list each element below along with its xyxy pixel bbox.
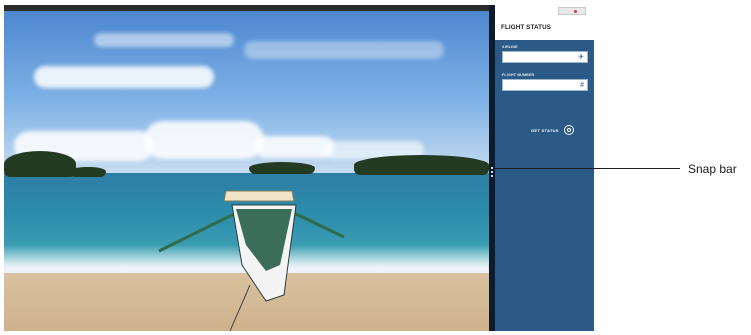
plane-icon: ✈: [578, 54, 584, 61]
airline-field[interactable]: ✈: [502, 51, 588, 63]
panel-header: FLIGHT STATUS: [495, 5, 594, 40]
airline-label: AIRLINE: [502, 45, 518, 49]
snap-divider-grip[interactable]: [490, 165, 494, 177]
hash-icon: #: [580, 82, 584, 89]
flight-number-label: FLIGHT NUMBER: [502, 73, 535, 77]
page-title: FLIGHT STATUS: [501, 24, 552, 31]
snap-bar-callout: Snap bar: [688, 162, 737, 176]
get-status-button[interactable]: GET STATUS: [531, 125, 574, 137]
callout-line: [495, 168, 680, 169]
flight-number-field[interactable]: #: [502, 79, 588, 91]
search-icon: [564, 125, 574, 135]
fullscreen-app-photo: [4, 5, 489, 331]
get-status-label: GET STATUS: [531, 128, 559, 133]
window-control[interactable]: [558, 7, 586, 15]
boat-illustration: [158, 190, 345, 331]
